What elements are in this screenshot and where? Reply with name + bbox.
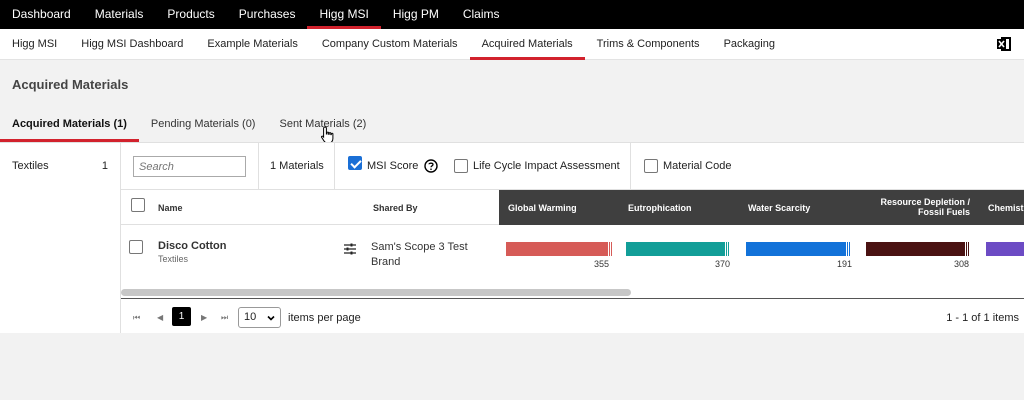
current-page[interactable]: 1 — [172, 307, 191, 326]
tab-acquired-materials[interactable]: Acquired Materials (1) — [0, 110, 139, 142]
msi-score-label: MSI Score — [367, 160, 419, 172]
chevron-down-icon — [267, 315, 275, 321]
top-nav: Dashboard Materials Products Purchases H… — [0, 0, 1024, 29]
eutrophication-bar — [626, 242, 724, 256]
column-name[interactable]: Name — [158, 203, 183, 213]
bar-tick-marks — [724, 242, 729, 256]
table-row[interactable]: Disco Cotton Textiles Sam's Scope 3 Test… — [121, 226, 1024, 284]
material-name[interactable]: Disco Cotton — [158, 240, 226, 252]
grid-toolbar: 1 Materials MSI Score Life Cycle Impact … — [121, 143, 1024, 190]
materials-grid: 1 Materials MSI Score Life Cycle Impact … — [121, 142, 1024, 333]
column-chemistry[interactable]: Chemist — [988, 203, 1024, 213]
subnav-higg-msi-dashboard[interactable]: Higg MSI Dashboard — [69, 29, 195, 59]
global-warming-cell: 355 — [499, 226, 619, 284]
global-warming-bar — [506, 242, 607, 256]
scrollbar-thumb[interactable] — [121, 289, 631, 296]
subnav-company-custom-materials[interactable]: Company Custom Materials — [310, 29, 470, 59]
help-icon[interactable] — [424, 159, 438, 173]
sub-nav: Higg MSI Higg MSI Dashboard Example Mate… — [0, 29, 1024, 60]
tab-pending-materials[interactable]: Pending Materials (0) — [139, 110, 268, 142]
topnav-materials[interactable]: Materials — [83, 0, 156, 29]
column-shared-by[interactable]: Shared By — [373, 203, 418, 213]
prev-page-button[interactable]: ◀ — [157, 313, 163, 322]
topnav-claims[interactable]: Claims — [451, 0, 512, 29]
divider — [630, 143, 631, 190]
divider — [334, 143, 335, 190]
tune-icon[interactable] — [344, 243, 356, 255]
last-page-button[interactable]: ⏭ — [221, 313, 228, 323]
material-code-label: Material Code — [663, 160, 732, 172]
topnav-higg-msi[interactable]: Higg MSI — [307, 0, 382, 29]
topnav-dashboard[interactable]: Dashboard — [0, 0, 83, 29]
subnav-example-materials[interactable]: Example Materials — [195, 29, 309, 59]
row-checkbox[interactable] — [129, 240, 143, 254]
global-warming-value: 355 — [594, 259, 610, 269]
column-resource-depletion-line2: Fossil Fuels — [917, 207, 970, 217]
next-page-button[interactable]: ▶ — [201, 313, 207, 322]
resource-depletion-cell: 308 — [859, 226, 979, 284]
category-textiles[interactable]: Textiles — [12, 160, 49, 172]
pagination: ⏮ ◀ 1 ▶ ⏭ 10 items per page 1 - 1 of 1 i… — [121, 299, 1024, 334]
materials-count: 1 Materials — [270, 160, 324, 172]
search-input[interactable] — [133, 156, 246, 177]
column-eutrophication[interactable]: Eutrophication — [628, 203, 692, 213]
resource-depletion-value: 308 — [954, 259, 970, 269]
bar-tick-marks — [964, 242, 969, 256]
msi-score-checkbox[interactable] — [348, 156, 362, 170]
bar-tick-marks — [607, 242, 612, 256]
page-title: Acquired Materials — [12, 77, 129, 92]
bar-tick-marks — [845, 242, 850, 256]
table-header: Name Shared By Global Warming Eutrophica… — [121, 190, 1024, 225]
chemistry-bar — [986, 242, 1024, 256]
items-per-page-label: items per page — [288, 312, 361, 324]
water-scarcity-value: 191 — [837, 259, 853, 269]
column-resource-depletion[interactable]: Resource Depletion / Fossil Fuels — [869, 197, 970, 217]
first-page-button[interactable]: ⏮ — [133, 313, 140, 323]
select-all-checkbox[interactable] — [131, 198, 145, 212]
column-water-scarcity[interactable]: Water Scarcity — [748, 203, 810, 213]
eutrophication-cell: 370 — [619, 226, 739, 284]
subnav-higg-msi[interactable]: Higg MSI — [0, 29, 69, 59]
category-count: 1 — [101, 160, 108, 172]
topnav-higg-pm[interactable]: Higg PM — [381, 0, 451, 29]
topnav-products[interactable]: Products — [155, 0, 226, 29]
column-global-warming[interactable]: Global Warming — [508, 203, 577, 213]
excel-export-icon[interactable] — [997, 37, 1011, 51]
lca-checkbox[interactable] — [454, 159, 468, 173]
material-category: Textiles — [158, 254, 189, 264]
impact-header: Global Warming Eutrophication Water Scar… — [499, 190, 1024, 225]
divider — [258, 143, 259, 190]
page-size-select[interactable]: 10 — [238, 307, 281, 328]
water-scarcity-bar — [746, 242, 845, 256]
items-range: 1 - 1 of 1 items — [946, 312, 1019, 324]
category-sidebar: Textiles 1 — [0, 142, 121, 333]
subnav-packaging[interactable]: Packaging — [712, 29, 787, 59]
lca-label: Life Cycle Impact Assessment — [473, 160, 620, 172]
subnav-acquired-materials[interactable]: Acquired Materials — [469, 29, 585, 60]
chemistry-cell — [979, 226, 1024, 284]
water-scarcity-cell: 191 — [739, 226, 859, 284]
page-size-value: 10 — [244, 311, 257, 323]
resource-depletion-bar — [866, 242, 964, 256]
shared-by: Sam's Scope 3 Test Brand — [371, 241, 468, 268]
topnav-purchases[interactable]: Purchases — [227, 0, 308, 29]
material-code-checkbox[interactable] — [644, 159, 658, 173]
column-resource-depletion-line1: Resource Depletion / — [880, 197, 970, 207]
eutrophication-value: 370 — [715, 259, 731, 269]
subnav-trims-components[interactable]: Trims & Components — [585, 29, 712, 59]
